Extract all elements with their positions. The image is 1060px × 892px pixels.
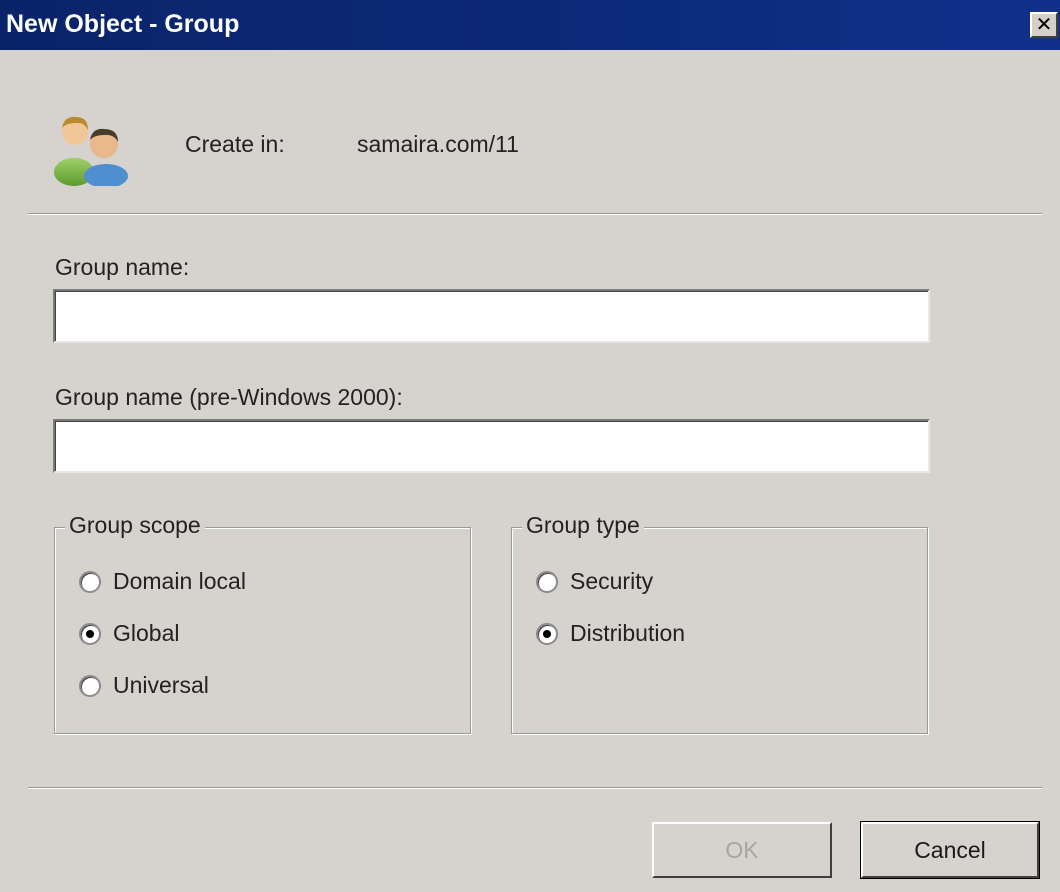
radio-label: Global — [113, 620, 180, 646]
radio-label: Universal — [113, 672, 209, 698]
group-scope-legend: Group scope — [65, 512, 205, 539]
title-bar[interactable]: New Object - Group ✕ — [0, 0, 1060, 50]
close-button[interactable]: ✕ — [1030, 12, 1058, 38]
create-in-path: samaira.com/11 — [357, 131, 519, 157]
radio-label: Domain local — [113, 568, 246, 594]
cancel-button-label: Cancel — [914, 836, 986, 863]
group-scope-box: Group scope Domain local Global Universa… — [54, 512, 471, 734]
group-name-label: Group name: — [55, 254, 190, 280]
radio-button[interactable] — [536, 570, 558, 593]
create-in-label: Create in: — [185, 131, 285, 157]
top-separator — [28, 213, 1042, 215]
radio-label: Security — [570, 568, 654, 594]
radio-button-checked[interactable] — [79, 622, 101, 645]
scope-universal-radio[interactable]: Universal — [79, 672, 209, 699]
group-users-icon — [54, 116, 128, 186]
scope-domain-local-radio[interactable]: Domain local — [79, 568, 246, 595]
ok-button[interactable]: OK — [652, 822, 832, 878]
group-name-pre2000-label: Group name (pre-Windows 2000): — [55, 384, 403, 410]
group-type-box: Group type Security Distribution — [511, 512, 928, 734]
cancel-button[interactable]: Cancel — [860, 821, 1040, 879]
scope-global-radio[interactable]: Global — [79, 620, 179, 647]
group-name-pre2000-input[interactable] — [53, 419, 930, 473]
type-security-radio[interactable]: Security — [536, 568, 653, 595]
new-group-dialog: New Object - Group ✕ Create in: samaira.… — [0, 0, 1060, 892]
radio-button[interactable] — [79, 674, 101, 697]
ok-button-label: OK — [725, 836, 759, 863]
bottom-separator — [28, 787, 1042, 789]
group-type-legend: Group type — [522, 512, 644, 539]
close-icon: ✕ — [1035, 14, 1053, 36]
radio-button[interactable] — [79, 570, 101, 593]
group-name-input[interactable] — [53, 289, 930, 343]
type-distribution-radio[interactable]: Distribution — [536, 620, 685, 647]
radio-label: Distribution — [570, 620, 686, 646]
window-title: New Object - Group — [6, 10, 240, 38]
radio-button-checked[interactable] — [536, 622, 558, 645]
